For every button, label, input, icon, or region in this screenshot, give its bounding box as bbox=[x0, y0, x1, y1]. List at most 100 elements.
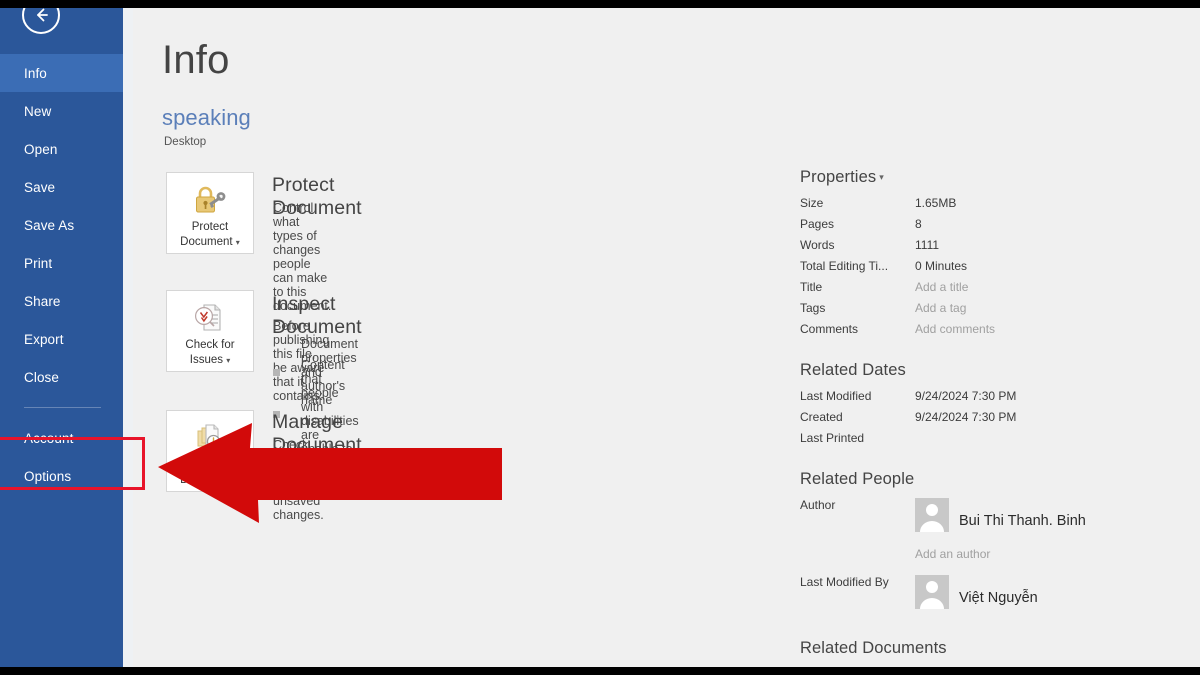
check-for-issues-caption-line2: Issues bbox=[190, 354, 223, 366]
word-backstage: Info New Open Save Save As Print bbox=[0, 8, 1200, 667]
avatar bbox=[915, 498, 949, 532]
sidebar-item-options[interactable]: Options bbox=[0, 457, 123, 495]
property-value-placeholder[interactable]: Add a tag bbox=[915, 301, 966, 315]
author-row: Author Bui Thi Thanh. Binh bbox=[800, 498, 1200, 544]
property-label: Comments bbox=[800, 322, 915, 336]
property-row: Total Editing Ti... 0 Minutes bbox=[800, 259, 1200, 280]
related-people-section: Related People Author Bui Thi Thanh. Bin… bbox=[800, 470, 1200, 621]
chevron-down-icon: ▾ bbox=[226, 356, 230, 365]
page-title: Info bbox=[162, 38, 230, 83]
chevron-down-icon: ▾ bbox=[879, 172, 884, 182]
document-magnifier-icon bbox=[191, 299, 229, 337]
last-modified-by-label: Last Modified By bbox=[800, 575, 915, 589]
sidebar-item-label: Save bbox=[24, 180, 55, 195]
manage-document-caption-line1: Manage bbox=[189, 459, 231, 471]
date-row: Last Printed bbox=[800, 431, 1200, 452]
properties-title[interactable]: Properties▾ bbox=[800, 168, 1200, 187]
sidebar-item-close[interactable]: Close bbox=[0, 358, 123, 396]
property-row-tags[interactable]: Tags Add a tag bbox=[800, 301, 1200, 322]
properties-pane: Properties▾ Size 1.65MB Pages 8 Words 11… bbox=[800, 168, 1200, 667]
property-label: Words bbox=[800, 238, 915, 252]
date-label: Last Modified bbox=[800, 389, 915, 403]
property-row: Words 1111 bbox=[800, 238, 1200, 259]
back-arrow-icon bbox=[30, 8, 52, 26]
date-value: 9/24/2024 7:30 PM bbox=[915, 410, 1016, 424]
date-value: 9/24/2024 7:30 PM bbox=[915, 389, 1016, 403]
property-row: Pages 8 bbox=[800, 217, 1200, 238]
letterbox-top bbox=[0, 0, 1200, 8]
back-button[interactable] bbox=[22, 8, 60, 34]
sidebar-item-label: Export bbox=[24, 332, 64, 347]
backstage-sidebar: Info New Open Save Save As Print bbox=[0, 8, 123, 667]
sidebar-item-open[interactable]: Open bbox=[0, 130, 123, 168]
property-row: Size 1.65MB bbox=[800, 196, 1200, 217]
document-name[interactable]: speaking bbox=[162, 105, 251, 131]
sidebar-item-label: Info bbox=[24, 66, 47, 81]
padlock-key-icon bbox=[190, 181, 230, 219]
manage-document-button[interactable]: Manage Document ▾ bbox=[166, 410, 254, 492]
sidebar-item-label: Save As bbox=[24, 218, 74, 233]
properties-section: Properties▾ Size 1.65MB Pages 8 Words 11… bbox=[800, 168, 1200, 343]
sidebar-item-save-as[interactable]: Save As bbox=[0, 206, 123, 244]
property-label: Tags bbox=[800, 301, 915, 315]
protect-document-button[interactable]: Protect Document ▾ bbox=[166, 172, 254, 254]
document-stack-clock-icon bbox=[190, 419, 230, 457]
author-name[interactable]: Bui Thi Thanh. Binh bbox=[959, 513, 1086, 529]
document-location: Desktop bbox=[164, 136, 206, 148]
manage-document-description: Check in, check out, and recover unsaved… bbox=[273, 438, 324, 522]
protect-document-caption-line2: Document bbox=[180, 236, 232, 248]
check-for-issues-caption-line1: Check for bbox=[185, 339, 234, 351]
sidebar-item-info[interactable]: Info bbox=[0, 54, 123, 92]
add-author-link[interactable]: Add an author bbox=[915, 547, 1200, 561]
property-label: Pages bbox=[800, 217, 915, 231]
sidebar-item-share[interactable]: Share bbox=[0, 282, 123, 320]
property-label: Size bbox=[800, 196, 915, 210]
chevron-down-icon: ▾ bbox=[236, 476, 240, 485]
sidebar-item-label: Open bbox=[24, 142, 57, 157]
author-label: Author bbox=[800, 498, 915, 512]
sidebar-item-export[interactable]: Export bbox=[0, 320, 123, 358]
avatar bbox=[915, 575, 949, 609]
sidebar-item-account[interactable]: Account bbox=[0, 419, 123, 457]
sidebar-item-label: Options bbox=[24, 469, 71, 484]
chevron-down-icon: ▾ bbox=[236, 238, 240, 247]
property-label: Title bbox=[800, 280, 915, 294]
property-value: 1111 bbox=[915, 238, 939, 252]
screenshot-root: Info New Open Save Save As Print bbox=[0, 0, 1200, 675]
related-dates-title: Related Dates bbox=[800, 361, 1200, 380]
property-label: Total Editing Ti... bbox=[800, 259, 915, 273]
info-pane: Info speaking Desktop bbox=[133, 8, 1200, 667]
check-for-issues-button[interactable]: Check for Issues ▾ bbox=[166, 290, 254, 372]
person-icon bbox=[915, 498, 949, 532]
sidebar-item-label: New bbox=[24, 104, 51, 119]
related-documents-section: Related Documents Open File Location bbox=[800, 639, 1200, 667]
sidebar-menu: Info New Open Save Save As Print bbox=[0, 54, 123, 495]
date-row: Last Modified 9/24/2024 7:30 PM bbox=[800, 389, 1200, 410]
sidebar-item-save[interactable]: Save bbox=[0, 168, 123, 206]
letterbox-bottom bbox=[0, 667, 1200, 675]
property-row-comments[interactable]: Comments Add comments bbox=[800, 322, 1200, 343]
sidebar-edge bbox=[123, 8, 133, 667]
sidebar-item-print[interactable]: Print bbox=[0, 244, 123, 282]
property-value-placeholder[interactable]: Add a title bbox=[915, 280, 968, 294]
property-value: 8 bbox=[915, 217, 922, 231]
manage-document-caption-line2: Document bbox=[180, 474, 232, 486]
person-icon bbox=[915, 575, 949, 609]
related-people-title: Related People bbox=[800, 470, 1200, 489]
date-row: Created 9/24/2024 7:30 PM bbox=[800, 410, 1200, 431]
sidebar-item-label: Print bbox=[24, 256, 52, 271]
protect-document-caption-line1: Protect bbox=[192, 221, 228, 233]
properties-title-text: Properties bbox=[800, 168, 876, 186]
last-modified-by-name[interactable]: Việt Nguyễn bbox=[959, 590, 1038, 606]
property-row-title[interactable]: Title Add a title bbox=[800, 280, 1200, 301]
related-documents-title: Related Documents bbox=[800, 639, 1200, 658]
sidebar-item-new[interactable]: New bbox=[0, 92, 123, 130]
sidebar-divider bbox=[24, 407, 101, 408]
property-value-placeholder[interactable]: Add comments bbox=[915, 322, 995, 336]
related-dates-section: Related Dates Last Modified 9/24/2024 7:… bbox=[800, 361, 1200, 452]
date-label: Last Printed bbox=[800, 431, 915, 445]
sidebar-item-label: Close bbox=[24, 370, 59, 385]
property-value: 1.65MB bbox=[915, 196, 956, 210]
sidebar-item-label: Account bbox=[24, 431, 73, 446]
date-label: Created bbox=[800, 410, 915, 424]
